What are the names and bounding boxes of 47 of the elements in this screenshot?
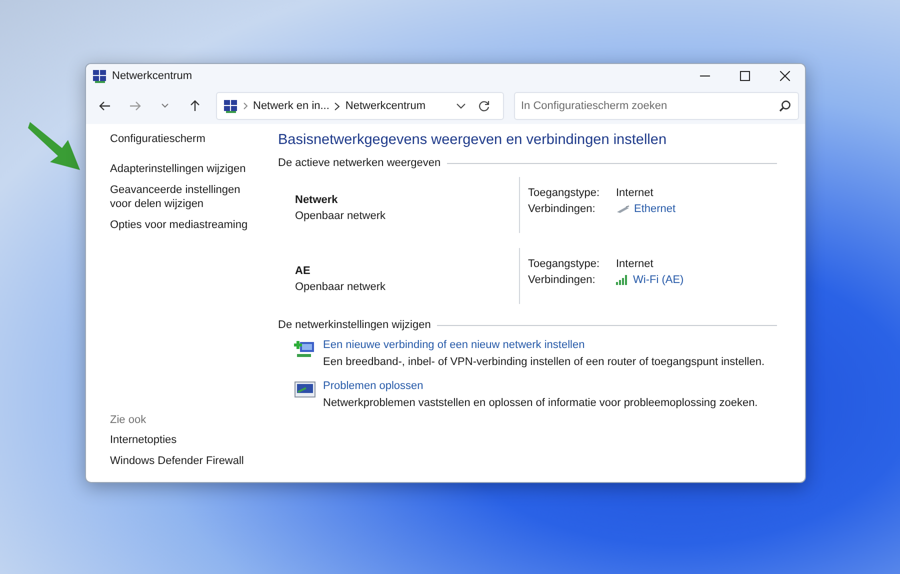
sidebar-link[interactable]: Internetopties [110,433,260,447]
field-label: Verbindingen: [528,203,596,215]
signal-bars-icon [616,275,629,285]
field-label: Toegangstype: [528,187,601,199]
breadcrumb[interactable]: Netwerkcentrum [345,100,426,112]
window-title: Netwerkcentrum [112,70,192,82]
access-type: Internet [616,258,654,270]
close-icon [780,71,790,81]
task-description: Netwerkproblemen vaststellen en oplossen of informatie voor probleemoplossing zoeken. [323,397,758,409]
chevron-down-icon [456,103,466,109]
sidebar-link[interactable]: Windows Defender Firewall [110,454,260,468]
network-name: Netwerk [295,194,339,206]
address-bar[interactable]: Netwerk en in... Netwerkcentrum [216,92,504,120]
forward-icon [129,100,141,112]
sidebar-link[interactable]: Configuratiescherm [110,132,260,146]
network-name: AE [295,265,312,277]
task-link[interactable]: Een nieuwe verbinding of een nieuw netwerk instellen [323,339,585,351]
field-label: Verbindingen: [528,274,596,286]
chevron-right-icon [243,102,248,110]
search-icon [779,100,791,112]
maximize-icon [740,71,750,81]
network-category: Openbaar netwerk [295,281,386,293]
ethernet-cable-icon [616,205,630,213]
network-category: Openbaar netwerk [295,210,386,222]
connection-link[interactable]: Ethernet [634,203,676,215]
sidebar-link[interactable]: Adapterinstellingen wijzigen [110,162,260,176]
task-link[interactable]: Problemen oplossen [323,380,424,392]
refresh-icon [478,100,490,112]
up-icon [189,100,201,112]
task-description: Een breedband-, inbel- of VPN-verbinding instellen of een router of toegangspunt instellen. [323,356,765,368]
access-type: Internet [616,187,654,199]
network-icon [223,98,238,114]
back-icon [99,100,111,112]
monitor-icon [294,380,316,400]
breadcrumb[interactable]: Netwerk en in... [253,100,330,112]
page-heading: Basisnetwerkgegevens weergeven en verbindingen instellen [278,132,668,148]
field-label: Toegangstype: [528,258,601,270]
see-also-heading: Zie ook [110,414,148,426]
chevron-right-icon [334,102,340,110]
section-heading: De actieve netwerken weergeven [278,157,441,169]
network-icon [92,68,107,84]
sidebar-link[interactable]: Geavanceerde instellingen voor delen wijzigen [110,183,260,211]
section-heading: De netwerkinstellingen wijzigen [278,319,431,331]
network-setup-icon [294,339,316,359]
search-field[interactable]: In Configuratiescherm zoeken [514,92,799,120]
connection-link[interactable]: Wi-Fi (AE) [633,274,684,286]
sidebar-link[interactable]: Opties voor mediastreaming [110,218,260,232]
